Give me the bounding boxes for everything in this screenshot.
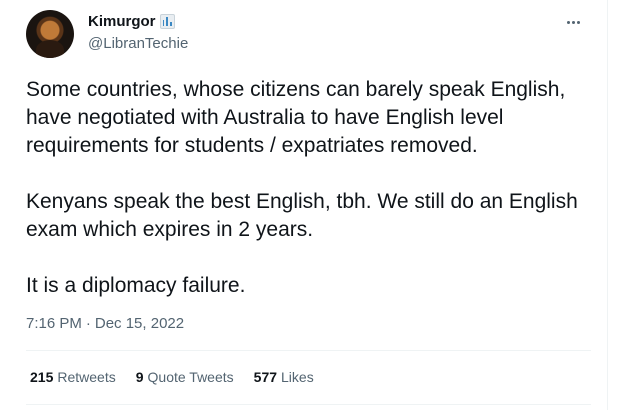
tweet-time: 7:16 PM [26, 315, 82, 332]
more-options-icon[interactable] [559, 12, 587, 32]
divider [26, 350, 591, 351]
likes-label: Likes [281, 369, 314, 385]
tweet-timestamp[interactable]: 7:16 PM · Dec 15, 2022 [26, 315, 184, 332]
tweet-paragraph: Kenyans speak the best English, tbh. We … [26, 190, 578, 241]
divider [26, 404, 591, 405]
likes-count: 577 [253, 369, 278, 385]
author-display-name[interactable]: Kimurgor [88, 13, 156, 30]
bar-chart-icon [159, 14, 175, 29]
likes-stat[interactable]: 577 Likes [254, 369, 314, 385]
quote-tweets-stat[interactable]: 9 Quote Tweets [136, 369, 234, 385]
timestamp-separator: · [85, 315, 91, 332]
quotes-label: Quote Tweets [147, 369, 234, 385]
tweet-text: Some countries, whose citizens can barel… [26, 76, 598, 300]
retweets-stat[interactable]: 215 Retweets [30, 369, 116, 385]
tweet-paragraph: Some countries, whose citizens can barel… [26, 78, 566, 157]
tweet-date: Dec 15, 2022 [94, 315, 185, 332]
engagement-stats: 215 Retweets 9 Quote Tweets 577 Likes [30, 369, 314, 385]
tweet-paragraph: It is a diplomacy failure. [26, 274, 246, 297]
tweet-card: Kimurgor @LibranTechie Some countries, w… [0, 0, 608, 410]
retweets-label: Retweets [57, 369, 116, 385]
quotes-count: 9 [135, 369, 144, 385]
retweets-count: 215 [30, 369, 54, 385]
author-name-row: Kimurgor [88, 13, 175, 30]
author-handle[interactable]: @LibranTechie [88, 35, 188, 52]
avatar[interactable] [26, 10, 74, 58]
